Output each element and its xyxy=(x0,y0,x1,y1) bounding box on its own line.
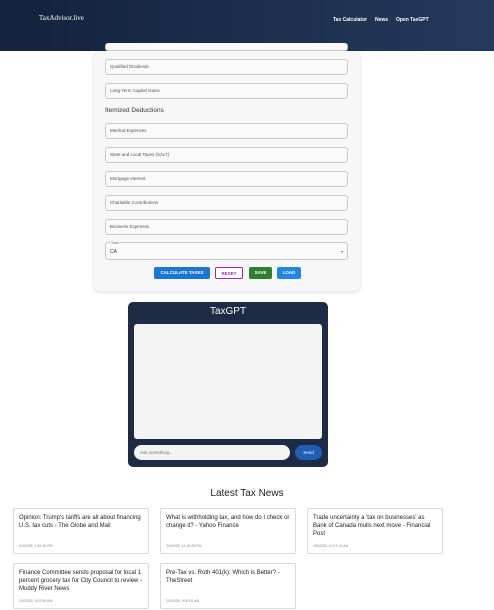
reset-button[interactable]: RESET xyxy=(215,267,243,279)
field-label: Medical Expenses xyxy=(110,128,147,133)
chevron-down-icon: ▾ xyxy=(340,249,343,254)
news-date: 2/5/2025, 9:00:00 AM xyxy=(166,599,200,603)
state-select-label: State xyxy=(110,241,121,245)
news-card[interactable]: Trade uncertainty a 'tax on businesses' … xyxy=(307,508,443,554)
mortgage-interest-field[interactable]: Mortgage Interest xyxy=(105,171,348,187)
news-card[interactable]: Finance Committee sends proposal for loc… xyxy=(13,563,149,609)
news-headline[interactable]: Finance Committee sends proposal for loc… xyxy=(19,569,143,593)
taxgpt-panel: Send xyxy=(128,302,328,467)
news-card[interactable]: Pre-Tax vs. Roth 401(k): Which is Better… xyxy=(160,563,296,609)
news-card[interactable]: What is withholding tax, and how do I ch… xyxy=(160,508,296,554)
news-headline[interactable]: Pre-Tax vs. Roth 401(k): Which is Better… xyxy=(166,569,290,585)
nav-news[interactable]: News xyxy=(375,17,388,23)
news-headline[interactable]: Trade uncertainty a 'tax on businesses' … xyxy=(313,514,437,538)
news-heading: Latest Tax News xyxy=(210,488,284,499)
news-date: 2/4/2025, 12:16:25 PM xyxy=(166,544,202,548)
send-button[interactable]: Send xyxy=(295,445,322,460)
charitable-contributions-field[interactable]: Charitable Contributions xyxy=(105,195,348,211)
load-button[interactable]: LOAD xyxy=(277,267,301,279)
calculate-taxes-button[interactable]: CALCULATE TAXES xyxy=(154,267,210,279)
news-date: 2/4/2025, 5:07:55 AM xyxy=(19,599,53,603)
state-select-value: CA xyxy=(110,249,117,255)
chat-history-area[interactable] xyxy=(134,324,322,439)
chat-input[interactable] xyxy=(134,445,290,460)
save-button[interactable]: SAVE xyxy=(249,267,272,279)
field-label: Qualified Dividends xyxy=(110,64,149,69)
field-label: Mortgage Interest xyxy=(110,176,146,181)
field-label: Business Expenses xyxy=(110,224,150,229)
salt-field[interactable]: State and Local Taxes (SALT) xyxy=(105,147,348,163)
qualified-dividends-field[interactable]: Qualified Dividends xyxy=(105,59,348,75)
medical-expenses-field[interactable]: Medical Expenses xyxy=(105,123,348,139)
field-label: Charitable Contributions xyxy=(110,200,159,205)
news-date: 2/4/2025, 1:45:30 PM xyxy=(19,544,53,548)
nav-open-taxgpt[interactable]: Open TaxGPT xyxy=(396,17,429,23)
itemized-deductions-heading: Itemized Deductions xyxy=(105,107,164,114)
news-headline[interactable]: Opinion: Trump's tariffs are all about f… xyxy=(19,514,143,530)
long-term-capital-gains-field[interactable]: Long-Term Capital Gains xyxy=(105,83,348,99)
news-card[interactable]: Opinion: Trump's tariffs are all about f… xyxy=(13,508,149,554)
news-headline[interactable]: What is withholding tax, and how do I ch… xyxy=(166,514,290,530)
nav-tax-calculator[interactable]: Tax Calculator xyxy=(333,17,367,23)
state-select[interactable]: State CA ▾ xyxy=(105,241,348,260)
field-label: State and Local Taxes (SALT) xyxy=(110,152,170,157)
taxgpt-title: TaxGPT xyxy=(209,306,247,317)
brand-logo[interactable]: TaxAdvisor.live xyxy=(39,14,84,22)
news-date: 2/5/2025, 10:27:14 AM xyxy=(313,544,349,548)
field-label: Long-Term Capital Gains xyxy=(110,88,160,93)
business-expenses-field[interactable]: Business Expenses xyxy=(105,219,348,235)
income-field-partial[interactable] xyxy=(105,43,348,51)
